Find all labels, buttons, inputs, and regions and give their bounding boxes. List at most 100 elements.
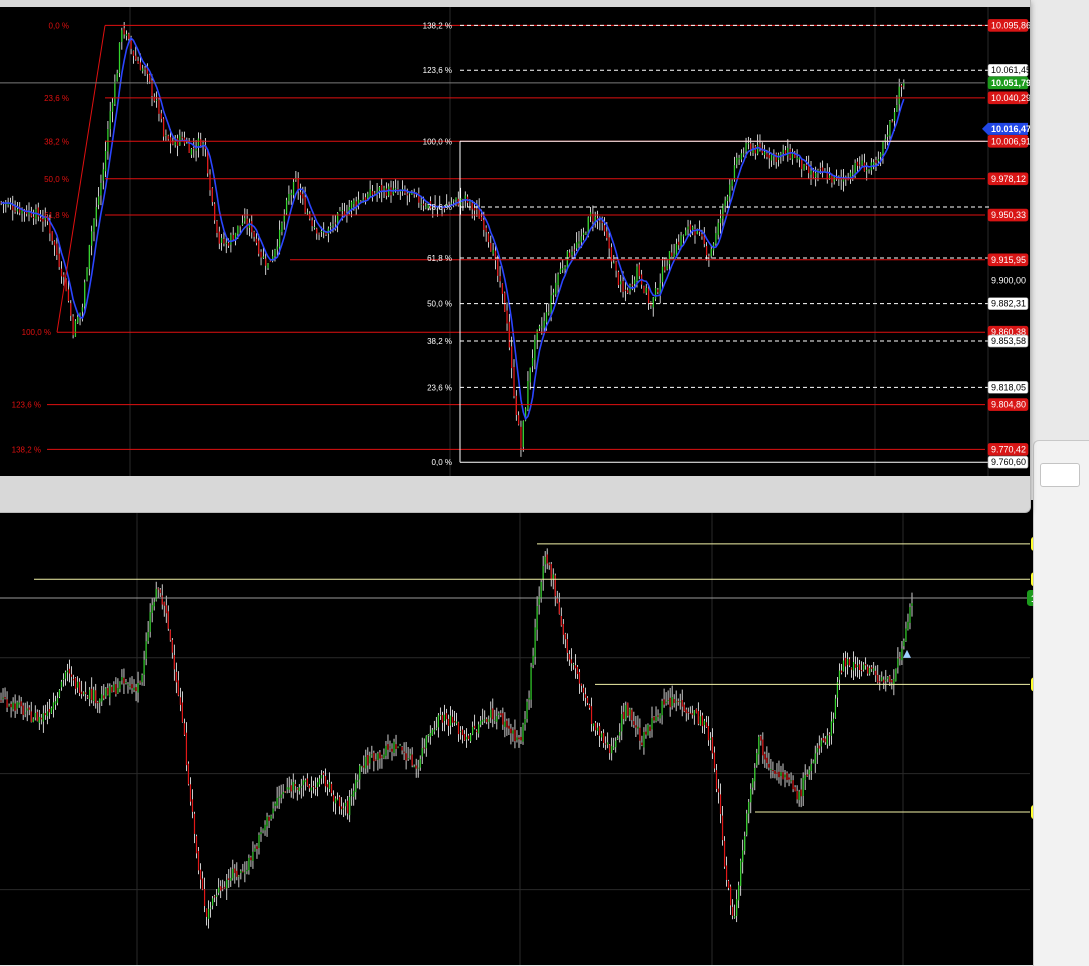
candle-body [317,782,318,787]
bottom-candle [401,746,402,754]
candle-body [369,756,370,764]
candle-body [331,784,332,793]
candle-body [414,766,415,767]
bottom-candle [841,664,842,674]
candle-body [395,744,396,749]
candle-body [265,259,266,266]
candle-body [133,51,134,56]
bottom-candle [744,832,745,855]
candle-body [894,112,895,121]
bottom-candle [65,670,66,685]
candle-body [631,710,632,721]
candle-body [452,717,453,723]
candle-body [528,698,529,700]
bottom-candle [272,802,273,819]
bottom-candle [43,705,44,732]
candle-body [509,322,510,348]
bottom-candle [436,717,437,730]
top-candle [903,79,904,89]
candle-body [799,792,800,801]
candle-body [222,888,223,889]
top-candle [734,157,735,182]
top-candle [678,234,679,250]
top-candle [604,217,605,236]
candle-body [661,701,662,715]
candle-body [127,684,128,685]
bottom-candle [399,744,400,746]
candle-body [578,241,579,243]
top-candle [889,120,890,140]
top-candle [72,314,73,338]
bottom-candle [611,738,612,761]
top-price-tag: 9.804,80 [988,399,1028,411]
bottom-candle [47,702,48,724]
candle-body [98,196,99,204]
bottom-candle [321,770,322,784]
candle-body [371,754,372,755]
bottom-candle [387,734,388,759]
candle-body [585,233,586,234]
bottom-candle [23,703,24,720]
top-candle [486,225,487,241]
candle-body [571,252,572,255]
candle-body [219,232,220,244]
top-price-tag: 9.950,33 [988,209,1028,221]
candle-body [817,748,818,753]
bottom-candlestick-chart[interactable]: 10.000,009.900,009.800,0010.098,2010.067… [0,500,1089,965]
bottom-candle [285,791,286,793]
top-candle [532,349,533,372]
top-candle [105,141,106,177]
top-candle [246,209,247,235]
bottom-candle [726,857,727,887]
bottom-candle [698,702,699,725]
candle-body [321,231,322,232]
bottom-candle [220,880,221,898]
candle-body [820,168,821,169]
bottom-candle [146,632,147,665]
candle-body [141,675,142,682]
candle-body [671,253,672,256]
candle-body [678,701,679,702]
bottom-candle [450,706,451,734]
bottom-candle [381,755,382,769]
candle-body [647,725,648,735]
top-candle [17,202,18,215]
candle-body [52,231,53,241]
bottom-candle [127,682,128,693]
bottom-candle [230,867,231,887]
candle-body [617,738,618,739]
bottom-candle [2,688,3,703]
bottom-candle [379,750,380,769]
top-candle [212,187,213,206]
candle-body [488,233,489,242]
candle-body [537,606,538,630]
candle-body [223,239,224,244]
bottom-candle [63,673,64,686]
candle-body [385,746,386,756]
candle-body [698,711,699,724]
bottom-candle [470,733,471,743]
candle-body [351,202,352,209]
top-candle [286,198,287,216]
candle-body [825,739,826,743]
bottom-candle [323,771,324,784]
bottom-candle [162,584,163,609]
bottom-candle [466,728,467,748]
top-candle [65,278,66,291]
candle-body [712,737,713,753]
candle-body [314,227,315,228]
bottom-candle [587,696,588,705]
candle-body [803,778,804,796]
candle-body [285,791,286,792]
bottom-window-input-field[interactable] [1040,463,1080,487]
bottom-candle [863,662,864,671]
top-candle [548,303,549,315]
top-candlestick-chart[interactable]: 0,0 %23,6 %38,2 %50,0 %61,8 %100,0 %123,… [0,7,1030,476]
top-candle [33,210,34,225]
bottom-candle [27,701,28,721]
top-candle [873,159,874,169]
bottom-candle [305,778,306,790]
candle-body [284,215,285,221]
bottom-candle [524,711,525,731]
bottom-candle [851,667,852,677]
